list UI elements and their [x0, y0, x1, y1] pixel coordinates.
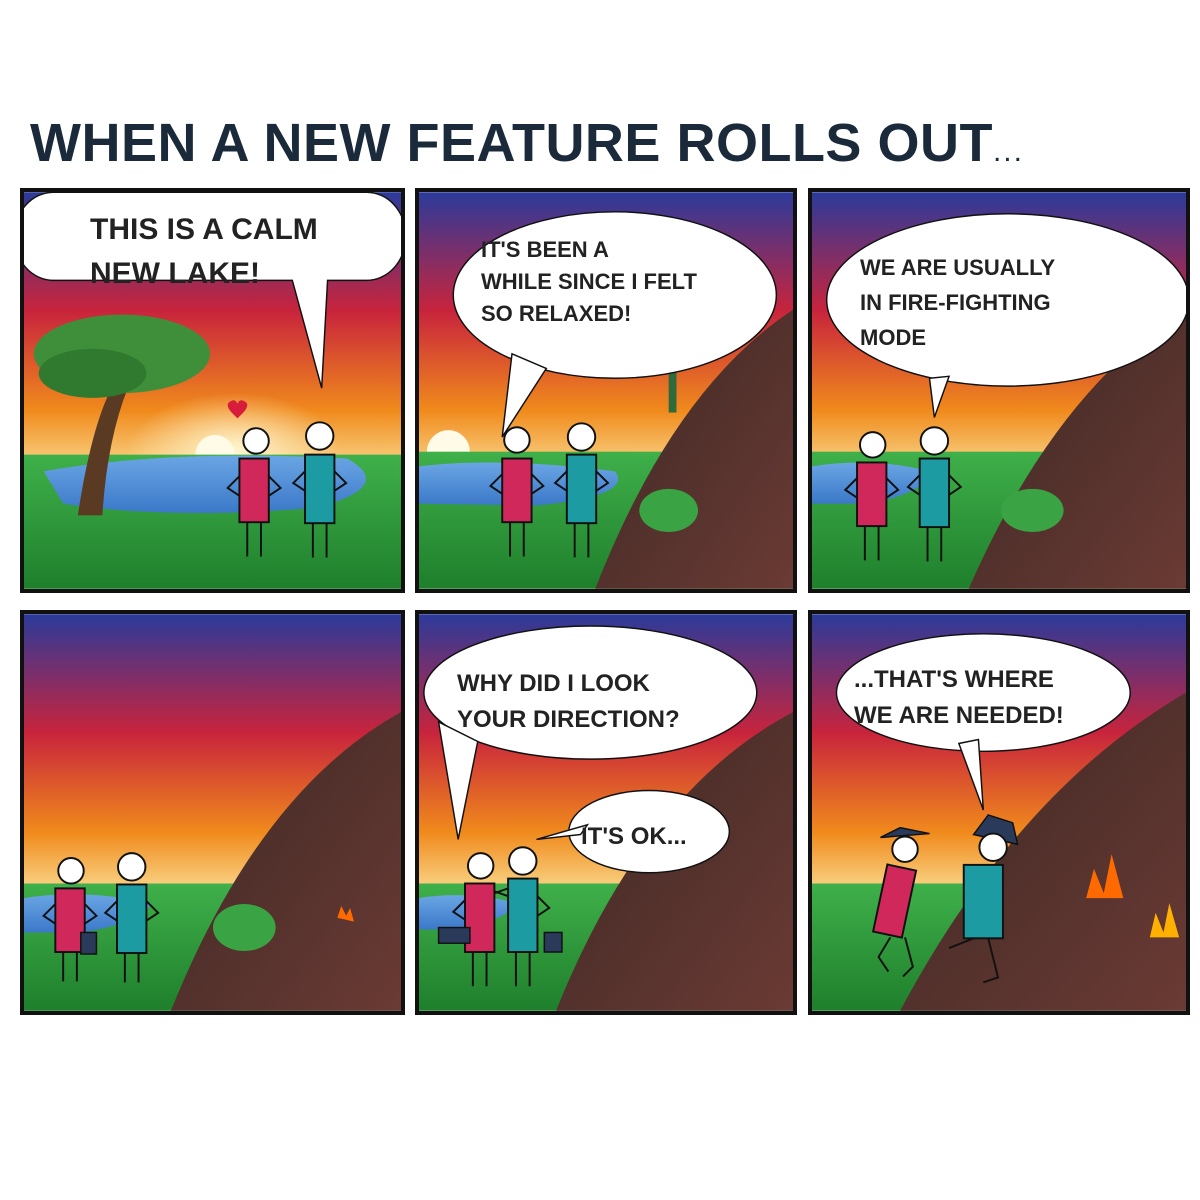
bubble-line: IT'S BEEN A	[481, 237, 609, 262]
bubble-line: WHY DID I LOOK	[457, 670, 650, 697]
bubble-line: WE ARE USUALLY	[860, 255, 1056, 280]
speech-bubble: IT'S BEEN A WHILE SINCE I FELT SO RELAXE…	[481, 234, 697, 330]
bubble-line: THIS IS A CALM	[90, 213, 318, 246]
comic-title-ellipsis: ...	[992, 135, 1024, 168]
bubble-line: IN FIRE-FIGHTING	[860, 290, 1051, 316]
panel-2: IT'S BEEN A WHILE SINCE I FELT SO RELAXE…	[415, 188, 797, 593]
speech-bubble: WE ARE USUALLY IN FIRE-FIGHTING MODE	[860, 250, 1055, 356]
panel-4	[20, 610, 405, 1015]
bubble-line: YOUR DIRECTION?	[457, 706, 680, 733]
bubble-line: IT'S OK...	[581, 823, 687, 850]
speech-bubble-secondary: IT'S OK...	[581, 820, 687, 855]
bubble-line: ...THAT'S WHERE	[854, 666, 1054, 693]
bubble-line: MODE	[860, 325, 926, 351]
panel-1: THIS IS A CALM NEW LAKE!	[20, 188, 405, 593]
comic-title: WHEN A NEW FEATURE ROLLS OUT...	[30, 112, 1024, 174]
speech-bubble: THIS IS A CALM NEW LAKE!	[90, 208, 318, 295]
panel-5: WHY DID I LOOK YOUR DIRECTION? IT'S OK..…	[415, 610, 797, 1015]
panel-4-scene	[24, 614, 401, 1011]
speech-bubble: ...THAT'S WHERE WE ARE NEEDED!	[854, 662, 1064, 734]
comic-title-text: WHEN A NEW FEATURE ROLLS OUT	[30, 113, 993, 173]
panel-6: ...THAT'S WHERE WE ARE NEEDED!	[808, 610, 1190, 1015]
bubble-line: SO RELAXED!	[481, 300, 632, 326]
panel-3: WE ARE USUALLY IN FIRE-FIGHTING MODE	[808, 188, 1190, 593]
bubble-line: NEW LAKE!	[90, 256, 260, 290]
bubble-line: WE ARE NEEDED!	[854, 702, 1064, 729]
bubble-line: WHILE SINCE I FELT	[481, 268, 697, 294]
speech-bubble: WHY DID I LOOK YOUR DIRECTION?	[457, 666, 680, 738]
